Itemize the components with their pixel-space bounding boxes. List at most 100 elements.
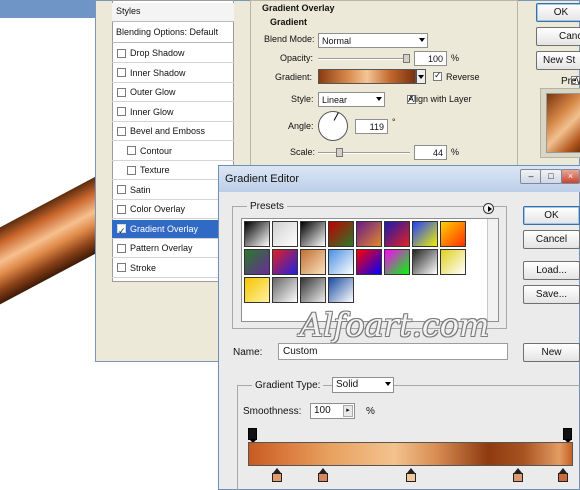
- style-item-checkbox[interactable]: [127, 146, 136, 155]
- color-stop-swatch: [272, 473, 283, 482]
- style-item-satin[interactable]: Satin: [112, 181, 234, 200]
- color-stop[interactable]: [558, 468, 569, 484]
- styles-heading[interactable]: Styles: [112, 3, 234, 22]
- gradient-type-label: Gradient Type:: [252, 380, 324, 391]
- preset-swatch[interactable]: [272, 277, 298, 303]
- opacity-stop[interactable]: [248, 428, 257, 443]
- style-item-checkbox[interactable]: [117, 204, 126, 214]
- angle-unit: °: [392, 117, 396, 127]
- maximize-icon[interactable]: □: [540, 169, 562, 184]
- preset-swatch[interactable]: [272, 249, 298, 275]
- watermark-text: Alfoart.com: [300, 306, 490, 344]
- style-item-checkbox[interactable]: [117, 48, 126, 58]
- save-button[interactable]: Save...: [523, 285, 580, 304]
- scale-slider-thumb[interactable]: [336, 148, 343, 157]
- color-stop[interactable]: [317, 468, 329, 484]
- chevron-down-icon: [376, 97, 382, 101]
- style-item-checkbox[interactable]: [117, 87, 126, 97]
- opacity-slider-thumb[interactable]: [403, 54, 410, 63]
- preset-swatch[interactable]: [356, 221, 382, 247]
- gradient-picker[interactable]: [318, 69, 416, 84]
- gradient-bar[interactable]: [248, 442, 573, 466]
- style-item-label: Color Overlay: [130, 204, 186, 214]
- preset-swatch[interactable]: [244, 277, 270, 303]
- opacity-field[interactable]: 100: [414, 51, 447, 66]
- preset-swatch[interactable]: [272, 221, 298, 247]
- style-select[interactable]: Linear: [318, 92, 385, 107]
- blend-mode-select[interactable]: Normal: [318, 33, 428, 48]
- name-field[interactable]: Custom: [278, 343, 508, 360]
- preset-swatch[interactable]: [244, 221, 270, 247]
- style-item-bevel-and-emboss[interactable]: Bevel and Emboss: [112, 122, 234, 141]
- layer-style-cancel-button[interactable]: Canc: [536, 27, 580, 46]
- style-item-checkbox[interactable]: [117, 185, 126, 194]
- preset-swatch[interactable]: [440, 221, 466, 247]
- style-item-checkbox[interactable]: [117, 68, 126, 77]
- scale-field[interactable]: 44: [414, 145, 447, 160]
- style-label: Style:: [291, 94, 314, 104]
- preset-swatch[interactable]: [412, 249, 438, 275]
- style-item-checkbox[interactable]: [117, 263, 126, 272]
- color-stop[interactable]: [405, 468, 417, 484]
- color-stop[interactable]: [272, 468, 283, 484]
- preset-swatch[interactable]: [440, 249, 466, 275]
- gradient-ok-button[interactable]: OK: [523, 206, 580, 225]
- angle-dial[interactable]: [318, 111, 348, 141]
- smoothness-field[interactable]: 100 ▸: [310, 403, 355, 419]
- reverse-label: Reverse: [446, 72, 480, 82]
- preset-swatch[interactable]: [244, 249, 270, 275]
- preset-swatch[interactable]: [328, 277, 354, 303]
- preset-swatch[interactable]: [384, 249, 410, 275]
- color-stop[interactable]: [512, 468, 524, 484]
- style-item-gradient-overlay[interactable]: Gradient Overlay: [112, 219, 234, 240]
- scale-unit: %: [451, 147, 460, 157]
- style-item-checkbox[interactable]: [117, 222, 126, 240]
- style-item-checkbox[interactable]: [117, 126, 126, 136]
- style-item-inner-shadow[interactable]: Inner Shadow: [112, 64, 234, 83]
- style-item-checkbox[interactable]: [127, 165, 136, 175]
- presets-menu-icon[interactable]: [483, 203, 494, 214]
- new-style-button[interactable]: New St: [536, 51, 580, 70]
- canvas-band: [0, 0, 100, 18]
- style-item-inner-glow[interactable]: Inner Glow: [112, 103, 234, 122]
- preset-swatch[interactable]: [300, 221, 326, 247]
- blend-mode-value: Normal: [322, 36, 352, 46]
- angle-field[interactable]: 119: [355, 119, 388, 134]
- scale-slider-track[interactable]: [318, 152, 410, 154]
- preset-swatch[interactable]: [300, 277, 326, 303]
- preset-swatch[interactable]: [328, 249, 354, 275]
- load-button[interactable]: Load...: [523, 261, 580, 280]
- style-item-color-overlay[interactable]: Color Overlay: [112, 200, 234, 219]
- style-item-label: Bevel and Emboss: [130, 126, 206, 136]
- opacity-unit: %: [451, 53, 460, 63]
- style-item-drop-shadow[interactable]: Drop Shadow: [112, 44, 234, 63]
- preset-swatch[interactable]: [356, 249, 382, 275]
- style-item-pattern-overlay[interactable]: Pattern Overlay: [112, 239, 234, 258]
- preset-swatch[interactable]: [412, 221, 438, 247]
- angle-label: Angle:: [288, 121, 314, 131]
- gradient-dropdown[interactable]: [416, 69, 426, 84]
- reverse-checkbox[interactable]: [433, 70, 442, 81]
- style-item-outer-glow[interactable]: Outer Glow: [112, 83, 234, 102]
- opacity-slider-track[interactable]: [318, 58, 410, 60]
- style-item-label: Drop Shadow: [130, 48, 185, 58]
- preset-swatch[interactable]: [328, 221, 354, 247]
- style-item-checkbox[interactable]: [117, 107, 126, 116]
- blending-options-item[interactable]: Blending Options: Default: [112, 24, 234, 43]
- style-item-contour[interactable]: Contour: [112, 142, 234, 161]
- preset-swatch[interactable]: [384, 221, 410, 247]
- preview-label: Prev: [561, 76, 580, 87]
- new-gradient-button[interactable]: New: [523, 343, 580, 362]
- preset-swatch[interactable]: [300, 249, 326, 275]
- opacity-stop[interactable]: [563, 428, 572, 443]
- smoothness-unit: %: [366, 406, 375, 417]
- style-item-texture[interactable]: Texture: [112, 161, 234, 180]
- minimize-icon[interactable]: –: [520, 169, 542, 184]
- close-icon[interactable]: ×: [561, 169, 580, 184]
- gradient-type-select[interactable]: Solid: [332, 377, 394, 393]
- gradient-cancel-button[interactable]: Cancel: [523, 230, 580, 249]
- layer-style-ok-button[interactable]: OK: [536, 3, 580, 22]
- chevron-right-icon[interactable]: ▸: [343, 405, 353, 417]
- style-item-checkbox[interactable]: [117, 243, 126, 253]
- style-item-stroke[interactable]: Stroke: [112, 259, 234, 278]
